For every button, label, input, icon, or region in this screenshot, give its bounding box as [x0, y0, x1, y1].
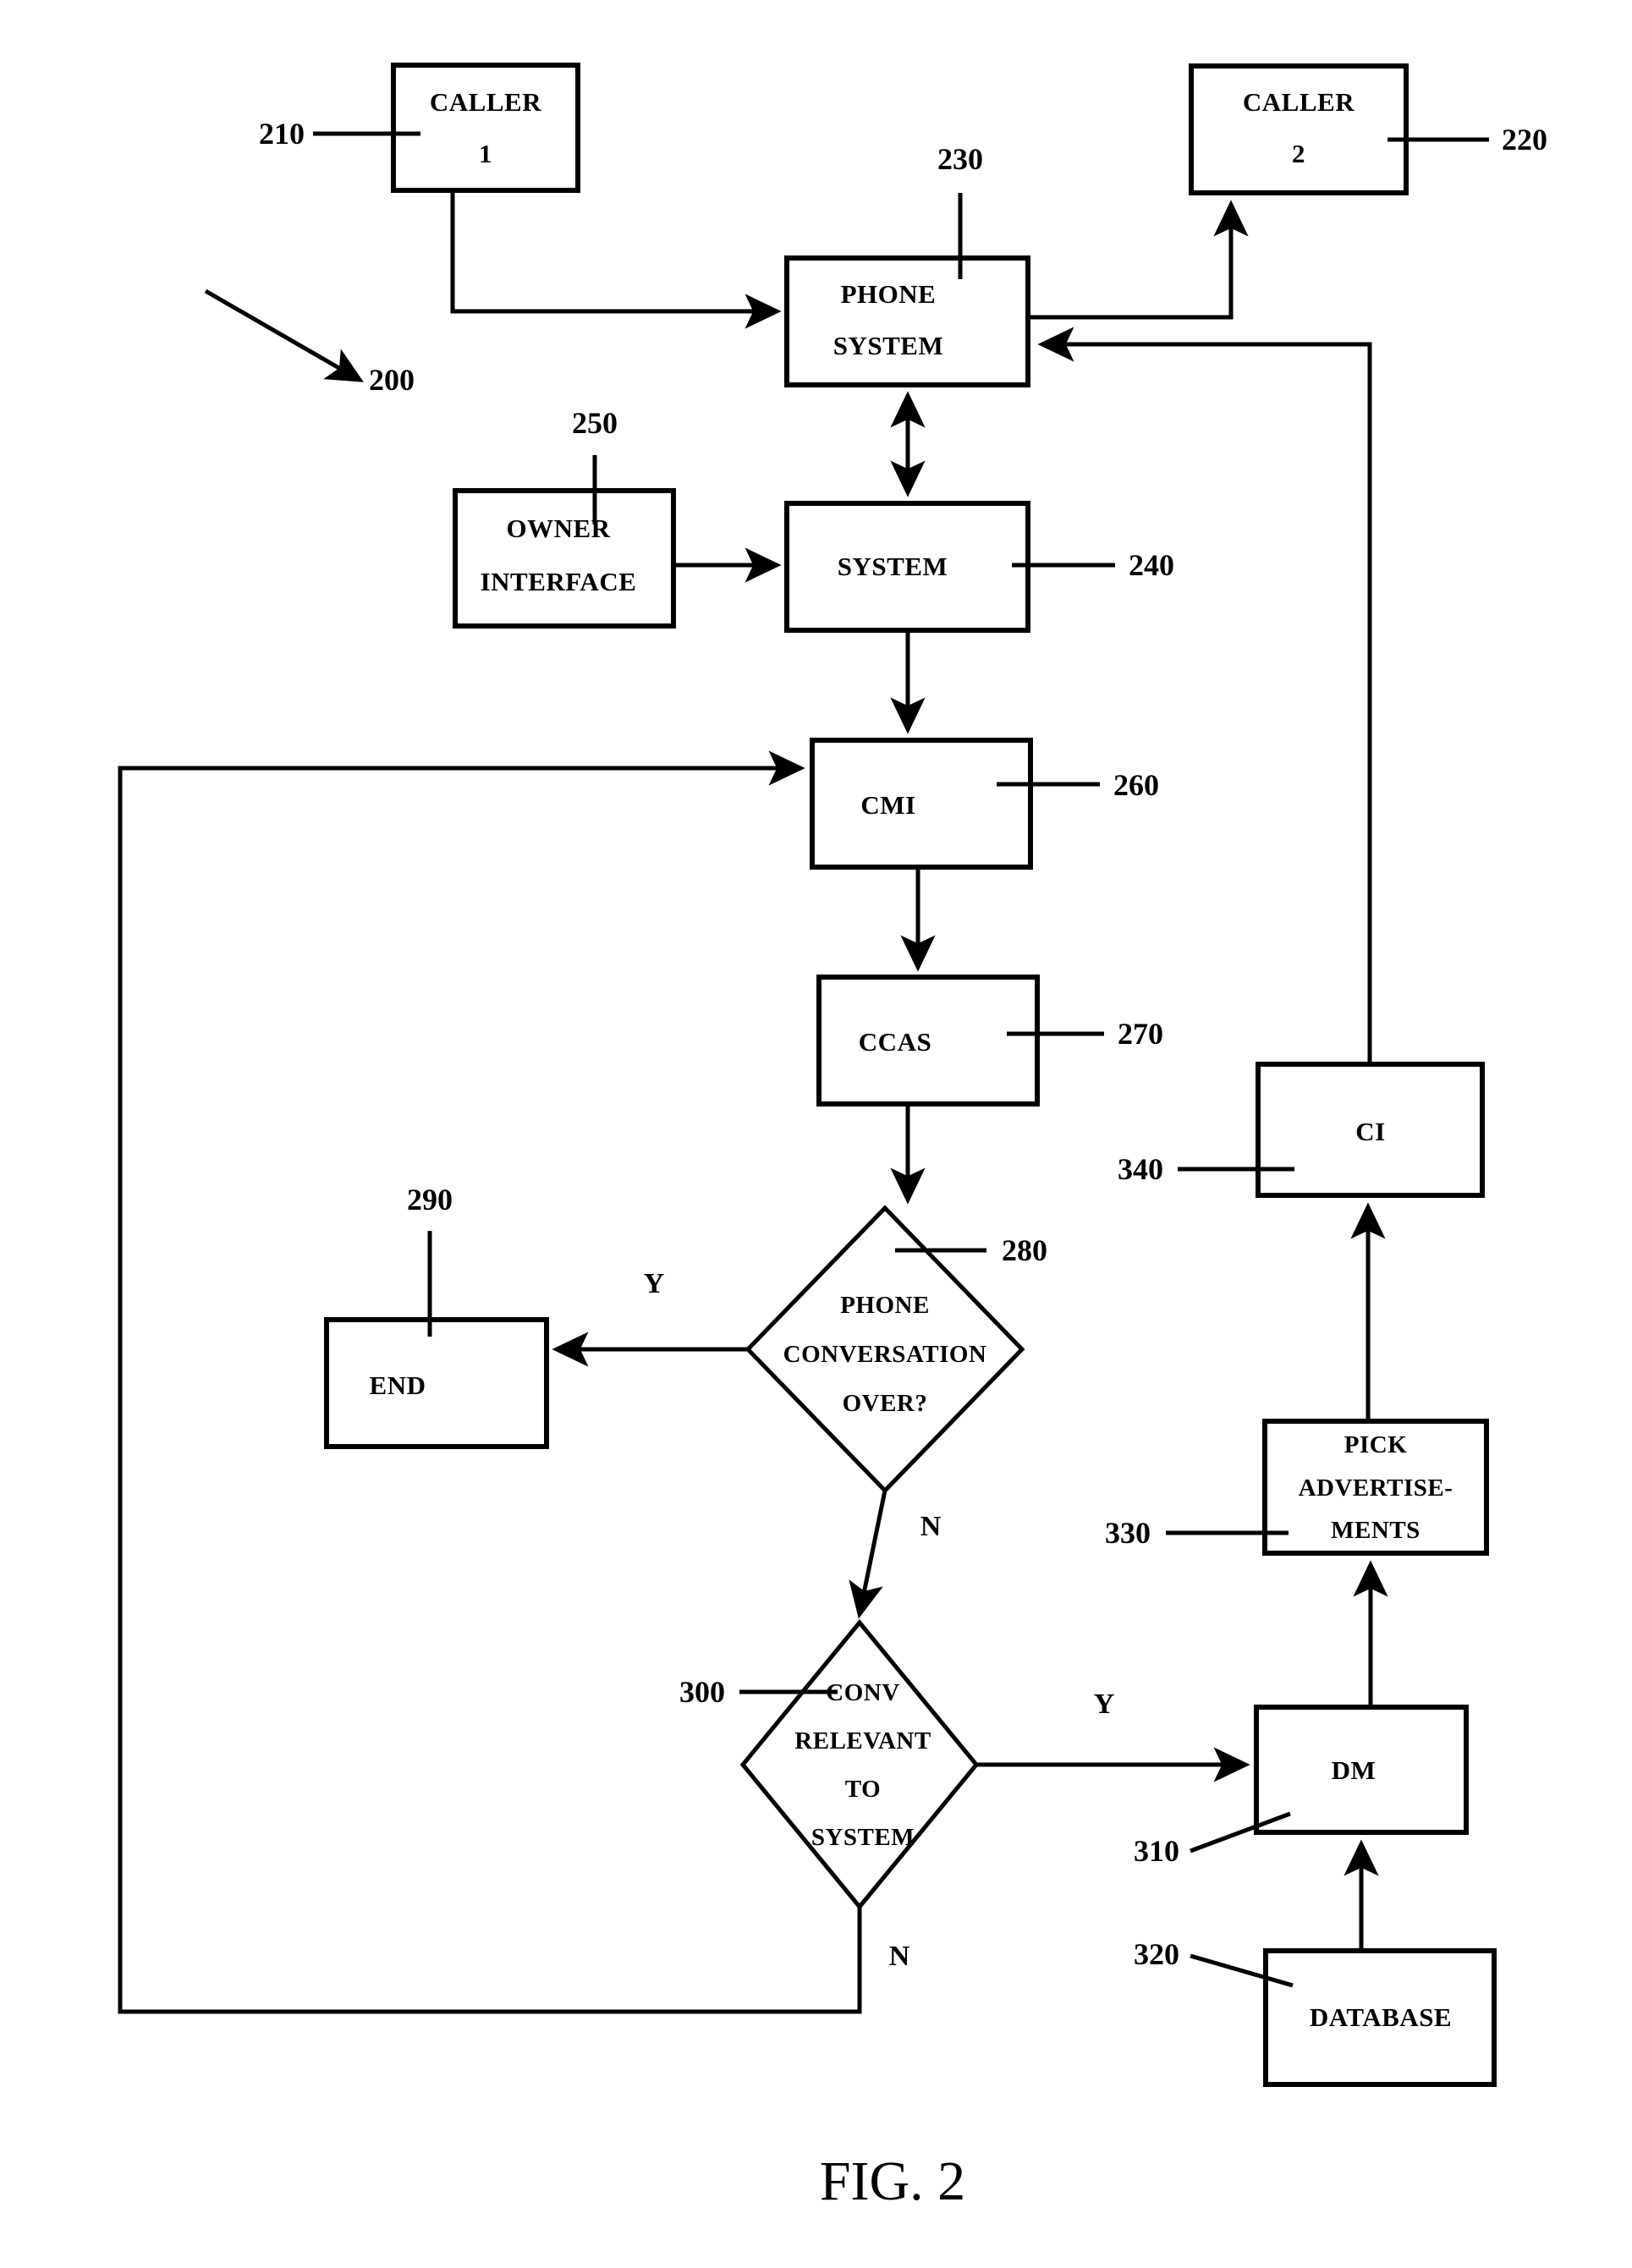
- ci-label: CI: [1355, 1117, 1385, 1146]
- conversation-over-label-line1: PHONE: [840, 1292, 930, 1319]
- caller-2-label-line1: CALLER: [1243, 87, 1355, 117]
- caller-1-box[interactable]: [391, 63, 580, 193]
- pick-ads-label-line1: PICK: [1344, 1431, 1408, 1458]
- dm-label: DM: [1332, 1755, 1376, 1785]
- conversation-over-label-line2: CONVERSATION: [783, 1341, 987, 1368]
- ref-number-270: 270: [1118, 1017, 1163, 1051]
- node-ci[interactable]: CI: [1256, 1062, 1485, 1198]
- ref-number-280: 280: [1002, 1233, 1047, 1267]
- ref-number-230: 230: [937, 142, 983, 176]
- phone-system-box[interactable]: [784, 255, 1030, 387]
- patent-figure-root: 200 CALLER 1 210 CALLER 2 220 PHONE SYST…: [0, 0, 1632, 2268]
- ref-number-340: 340: [1118, 1152, 1163, 1186]
- node-cmi[interactable]: CMI: [810, 738, 1033, 870]
- ref-number-300: 300: [679, 1675, 725, 1709]
- figure-caption: FIG. 2: [820, 2150, 965, 2212]
- pick-ads-label-line3: MENTS: [1331, 1517, 1420, 1544]
- owner-interface-box[interactable]: [453, 488, 676, 629]
- phone-system-label-line2: SYSTEM: [833, 331, 943, 360]
- caller-1-label-line2: 1: [479, 139, 492, 168]
- phone-system-label-line1: PHONE: [841, 279, 937, 309]
- node-ccas[interactable]: CCAS: [816, 975, 1040, 1107]
- conv-relevant-label-line4: SYSTEM: [811, 1824, 915, 1851]
- end-box[interactable]: [324, 1317, 549, 1449]
- conversation-over-label-line3: OVER?: [843, 1390, 928, 1417]
- ccas-label: CCAS: [859, 1027, 931, 1057]
- ref-number-320: 320: [1134, 1937, 1179, 1971]
- node-owner-interface[interactable]: OWNER INTERFACE: [453, 488, 676, 629]
- ref-number-260: 260: [1113, 768, 1159, 802]
- ref-number-210: 210: [259, 117, 305, 151]
- ref-number-310: 310: [1134, 1834, 1179, 1868]
- conv-relevant-label-line3: TO: [845, 1776, 881, 1803]
- cmi-label: CMI: [860, 790, 915, 820]
- caller-1-label-line1: CALLER: [430, 87, 541, 117]
- caller-2-box[interactable]: [1189, 63, 1409, 195]
- node-system[interactable]: SYSTEM: [784, 501, 1030, 633]
- node-caller-1[interactable]: CALLER 1: [391, 63, 580, 193]
- branch-label-conv-relevant-yes: Y: [1094, 1689, 1115, 1720]
- branch-label-conversation-over-no: N: [920, 1511, 942, 1542]
- branch-label-conv-relevant-no: N: [889, 1941, 910, 1972]
- branch-label-conversation-over-yes: Y: [644, 1268, 665, 1299]
- node-caller-2[interactable]: CALLER 2: [1189, 63, 1409, 195]
- system-label: SYSTEM: [838, 552, 948, 581]
- end-label: END: [370, 1370, 426, 1400]
- node-end[interactable]: END: [324, 1317, 549, 1449]
- database-label: DATABASE: [1310, 2002, 1452, 2032]
- flowchart-diagram: 200 CALLER 1 210 CALLER 2 220 PHONE SYST…: [0, 0, 1632, 2268]
- ref-number-200: 200: [369, 363, 415, 397]
- ref-number-250: 250: [572, 406, 618, 440]
- cmi-box[interactable]: [810, 738, 1033, 870]
- ref-number-330: 330: [1105, 1516, 1151, 1550]
- pick-ads-label-line2: ADVERTISE-: [1299, 1474, 1453, 1502]
- ref-number-240: 240: [1129, 548, 1174, 582]
- owner-interface-label-line2: INTERFACE: [481, 567, 637, 596]
- ref-number-220: 220: [1502, 123, 1547, 157]
- node-database[interactable]: DATABASE: [1263, 1948, 1497, 2087]
- caller-2-label-line2: 2: [1292, 139, 1305, 168]
- ref-number-290: 290: [407, 1183, 453, 1216]
- node-phone-system[interactable]: PHONE SYSTEM: [784, 255, 1030, 387]
- node-pick-advertisements[interactable]: PICK ADVERTISE- MENTS: [1262, 1419, 1489, 1556]
- conv-relevant-label-line2: RELEVANT: [794, 1727, 931, 1755]
